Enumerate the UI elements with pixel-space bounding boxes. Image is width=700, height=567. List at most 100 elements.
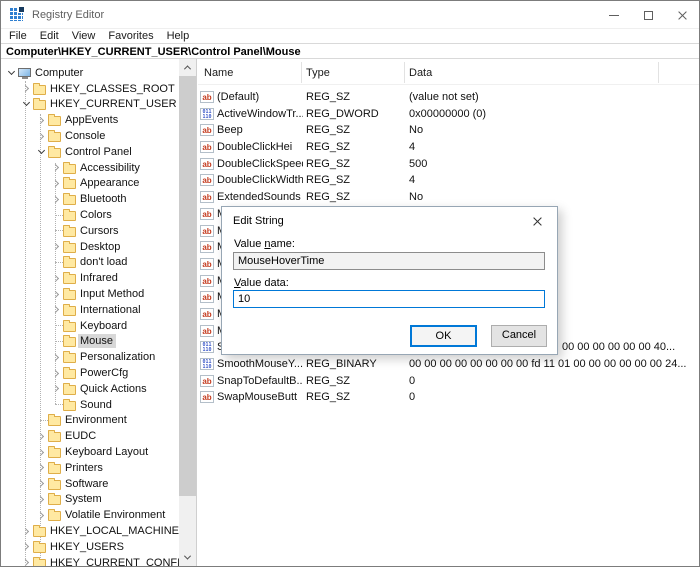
chevron-icon[interactable] — [19, 529, 33, 534]
tree-node[interactable]: Console — [1, 128, 178, 144]
tree-node[interactable]: Environment — [1, 413, 178, 429]
tree-node[interactable]: Printers — [1, 460, 178, 476]
chevron-icon[interactable] — [49, 215, 63, 216]
registry-value-row[interactable]: (Default) REG_SZ (value not set) — [198, 89, 699, 106]
tree-node[interactable]: AppEvents — [1, 112, 178, 128]
window-title: Registry Editor — [32, 9, 104, 21]
chevron-icon[interactable] — [19, 86, 33, 91]
tree-node-icon — [63, 164, 76, 174]
ok-button[interactable]: OK — [410, 325, 477, 347]
tree-node[interactable]: HKEY_USERS — [1, 539, 178, 555]
tree-node[interactable]: Input Method — [1, 286, 178, 302]
chevron-icon[interactable] — [34, 497, 48, 502]
tree-node[interactable]: Volatile Environment — [1, 507, 178, 523]
menu-item[interactable]: View — [72, 30, 96, 42]
chevron-icon[interactable] — [34, 465, 48, 470]
tree-scrollbar[interactable] — [179, 59, 196, 566]
chevron-icon[interactable] — [34, 481, 48, 486]
value-name: SmoothMouseY... — [217, 358, 303, 370]
scroll-down-button[interactable] — [179, 549, 196, 566]
tree-node[interactable]: Software — [1, 476, 178, 492]
tree-node[interactable]: HKEY_CURRENT_CONFIG — [1, 555, 178, 566]
tree-node[interactable]: Accessibility — [1, 160, 178, 176]
registry-value-row[interactable]: SwapMouseButt REG_SZ 0 — [198, 389, 699, 406]
scrollbar-thumb[interactable] — [179, 76, 196, 496]
registry-value-row[interactable]: DoubleClickSpeed REG_SZ 500 — [198, 156, 699, 173]
registry-value-row[interactable]: SmoothMouseY... REG_BINARY 00 00 00 00 0… — [198, 356, 699, 373]
tree-node[interactable]: HKEY_LOCAL_MACHINE — [1, 523, 178, 539]
registry-value-row[interactable]: ActiveWindowTr... REG_DWORD 0x00000000 (… — [198, 106, 699, 123]
chevron-icon[interactable] — [34, 420, 48, 421]
tree-node[interactable]: Infrared — [1, 270, 178, 286]
tree-node[interactable]: System — [1, 492, 178, 508]
chevron-icon[interactable] — [49, 307, 63, 312]
chevron-icon[interactable] — [49, 197, 63, 202]
chevron-icon[interactable] — [49, 244, 63, 249]
tree-node[interactable]: Colors — [1, 207, 178, 223]
chevron-icon[interactable] — [34, 151, 48, 153]
tree-node[interactable]: Mouse — [1, 334, 178, 350]
tree-node[interactable]: Sound — [1, 397, 178, 413]
value-name-field[interactable] — [233, 252, 545, 270]
menu-item[interactable]: Edit — [40, 30, 59, 42]
tree-node[interactable]: HKEY_CURRENT_USER — [1, 97, 178, 113]
chevron-icon[interactable] — [49, 181, 63, 186]
chevron-icon[interactable] — [4, 72, 18, 74]
chevron-icon[interactable] — [49, 230, 63, 231]
chevron-icon[interactable] — [49, 341, 63, 342]
tree-node[interactable]: Bluetooth — [1, 191, 178, 207]
menu-item[interactable]: Help — [167, 30, 190, 42]
tree-node[interactable]: International — [1, 302, 178, 318]
chevron-icon[interactable] — [49, 262, 63, 263]
chevron-icon[interactable] — [49, 386, 63, 391]
value-data-field[interactable] — [233, 290, 545, 308]
chevron-icon[interactable] — [34, 434, 48, 439]
column-header-name[interactable]: Name — [204, 67, 233, 79]
minimize-button[interactable] — [597, 1, 631, 29]
tree-node[interactable]: Quick Actions — [1, 381, 178, 397]
chevron-icon[interactable] — [34, 134, 48, 139]
tree-node[interactable]: Keyboard Layout — [1, 444, 178, 460]
tree-node[interactable]: Desktop — [1, 239, 178, 255]
chevron-icon[interactable] — [49, 165, 63, 170]
registry-value-row[interactable]: DoubleClickWidth REG_SZ 4 — [198, 172, 699, 189]
tree-node[interactable]: EUDC — [1, 428, 178, 444]
maximize-button[interactable] — [631, 1, 665, 29]
tree-node[interactable]: Computer — [1, 65, 178, 81]
menu-item[interactable]: File — [9, 30, 27, 42]
cancel-button[interactable]: Cancel — [491, 325, 547, 347]
tree-node[interactable]: Keyboard — [1, 318, 178, 334]
tree-node[interactable]: Appearance — [1, 176, 178, 192]
chevron-icon[interactable] — [19, 103, 33, 105]
tree-node-label: Keyboard Layout — [63, 445, 151, 459]
tree-node[interactable]: Personalization — [1, 349, 178, 365]
chevron-icon[interactable] — [49, 371, 63, 376]
chevron-icon[interactable] — [34, 118, 48, 123]
registry-value-row[interactable]: ExtendedSounds REG_SZ No — [198, 189, 699, 206]
tree-node[interactable]: Cursors — [1, 223, 178, 239]
column-header-type[interactable]: Type — [306, 67, 330, 79]
close-button[interactable] — [665, 1, 699, 29]
address-bar[interactable]: Computer\HKEY_CURRENT_USER\Control Panel… — [1, 45, 699, 59]
chevron-icon[interactable] — [34, 450, 48, 455]
scroll-up-button[interactable] — [179, 59, 196, 76]
chevron-icon[interactable] — [19, 544, 33, 549]
chevron-icon[interactable] — [19, 560, 33, 565]
chevron-icon[interactable] — [49, 276, 63, 281]
tree-node[interactable]: PowerCfg — [1, 365, 178, 381]
menu-item[interactable]: Favorites — [108, 30, 153, 42]
chevron-icon[interactable] — [49, 325, 63, 326]
tree-node[interactable]: don't load — [1, 255, 178, 271]
dialog-close-button[interactable] — [521, 211, 553, 231]
chevron-icon[interactable] — [49, 292, 63, 297]
tree-node[interactable]: Control Panel — [1, 144, 178, 160]
address-path: Computer\HKEY_CURRENT_USER\Control Panel… — [6, 46, 301, 58]
column-header-data[interactable]: Data — [409, 67, 432, 79]
chevron-icon[interactable] — [49, 404, 63, 405]
registry-value-row[interactable]: SnapToDefaultB... REG_SZ 0 — [198, 373, 699, 390]
chevron-icon[interactable] — [34, 513, 48, 518]
tree-node[interactable]: HKEY_CLASSES_ROOT — [1, 81, 178, 97]
registry-value-row[interactable]: Beep REG_SZ No — [198, 122, 699, 139]
registry-value-row[interactable]: DoubleClickHei REG_SZ 4 — [198, 139, 699, 156]
chevron-icon[interactable] — [49, 355, 63, 360]
